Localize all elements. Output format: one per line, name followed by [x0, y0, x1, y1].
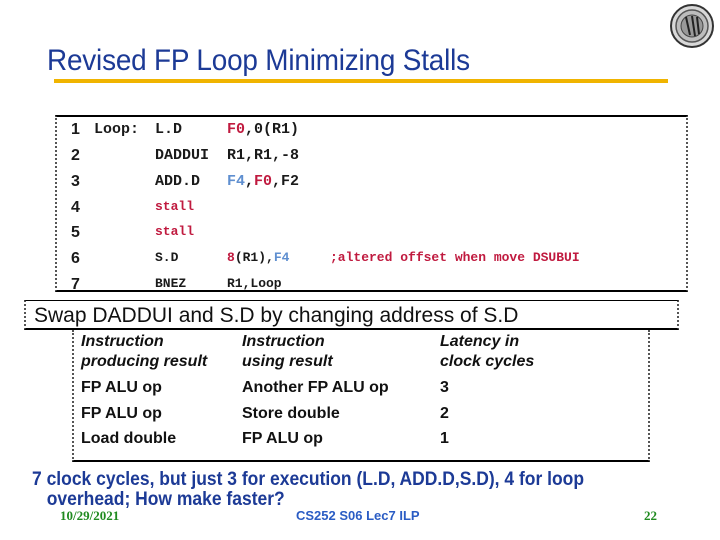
table-cell: Another FP ALU op	[242, 379, 389, 396]
swap-note: Swap DADDUI and S.D by changing address …	[34, 304, 519, 327]
operand-text: ,	[245, 173, 255, 190]
latency-table: Instruction producing result Instruction…	[72, 330, 650, 462]
stall-marker: stall	[155, 224, 195, 239]
footer-date: 10/29/2021	[60, 508, 120, 523]
line-number: 3	[71, 173, 80, 190]
opcode: BNEZ	[155, 276, 187, 291]
table-cell: 2	[440, 405, 449, 422]
table-header-using: Instruction using result	[242, 333, 333, 370]
operands: F0,0(R1)	[227, 121, 299, 138]
line-number: 2	[71, 147, 80, 164]
university-seal-icon	[670, 4, 714, 48]
register-highlight: F4	[227, 173, 246, 190]
footer-page-number: 22	[644, 508, 657, 523]
register-highlight: F4	[273, 250, 290, 265]
line-number: 7	[71, 276, 80, 293]
opcode: ADD.D	[155, 173, 201, 190]
table-cell: FP ALU op	[242, 430, 323, 447]
loop-label: Loop:	[94, 121, 140, 138]
register-highlight: F0	[254, 173, 273, 190]
line-number: 5	[71, 224, 80, 241]
line-number: 1	[71, 121, 80, 138]
table-cell: 3	[440, 379, 449, 396]
summary-line-2: overhead; How make faster?	[46, 489, 285, 510]
opcode: S.D	[155, 250, 179, 265]
operand-text: (R1),	[234, 250, 274, 265]
operand-text: ,0(R1)	[245, 121, 300, 138]
table-cell: FP ALU op	[81, 379, 162, 396]
opcode: L.D	[155, 121, 183, 138]
line-number: 4	[71, 199, 80, 216]
summary-text: 7 clock cycles, but just 3 for execution…	[32, 470, 584, 510]
table-cell: 1	[440, 430, 449, 447]
operand-text: ,F2	[272, 173, 300, 190]
opcode: DADDUI	[155, 147, 210, 164]
operands: F4,F0,F2	[227, 173, 299, 190]
operands: 8(R1),F4	[227, 250, 289, 265]
footer-course: CS252 S06 Lec7 ILP	[296, 508, 420, 523]
title-underline	[54, 79, 668, 83]
register-highlight: 8	[227, 250, 235, 265]
register-highlight: F0	[227, 121, 246, 138]
table-header-latency: Latency in clock cycles	[440, 333, 535, 370]
slide-title: Revised FP Loop Minimizing Stalls	[47, 44, 470, 77]
code-comment: ;altered offset when move DSUBUI	[330, 250, 580, 265]
table-cell: Store double	[242, 405, 340, 422]
operands: R1,Loop	[227, 276, 282, 291]
summary-line-1: 7 clock cycles, but just 3 for execution…	[32, 469, 585, 490]
line-number: 6	[71, 250, 80, 267]
table-cell: Load double	[81, 430, 177, 447]
code-listing: 1 Loop: L.D F0,0(R1) 2 DADDUI R1,R1,-8 3 ADD.D F4…	[55, 115, 688, 293]
table-header-producing: Instruction producing result	[81, 333, 208, 370]
operands: R1,R1,-8	[227, 147, 299, 164]
operand-text: R1,Loop	[227, 276, 282, 291]
table-cell: FP ALU op	[81, 405, 162, 422]
stall-marker: stall	[155, 199, 195, 214]
operand-text: R1,R1,-8	[227, 147, 300, 164]
swap-note-box: Swap DADDUI and S.D by changing address …	[24, 300, 679, 330]
